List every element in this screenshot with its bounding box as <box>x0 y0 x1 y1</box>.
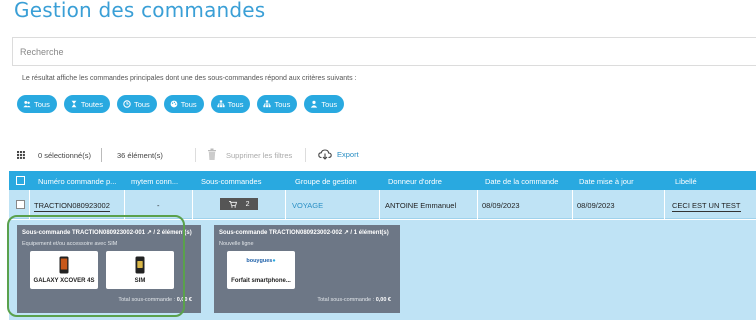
total-label: Total sous-commande : <box>317 297 375 303</box>
filter-type-label: Tous <box>180 99 197 109</box>
row-checkbox[interactable] <box>16 200 25 209</box>
filter-entity-button[interactable]: Tous <box>257 95 298 113</box>
filter-bar: Tous Toutes Tous Tous Tous Tous Tous <box>17 95 345 113</box>
highlight-annotation <box>7 215 185 317</box>
libelle-link[interactable]: CECI EST UN TEST <box>672 201 741 212</box>
divider <box>305 148 306 162</box>
col-donneur[interactable]: Donneur d'ordre <box>388 177 442 186</box>
divider <box>572 190 573 219</box>
subcommand-card[interactable]: Sous-commande TRACTION080923002-002 ↗ / … <box>214 225 400 313</box>
delete-filters-button[interactable]: Supprimer les filtres <box>226 151 292 160</box>
clock-icon <box>123 100 131 108</box>
page-title: Gestion des commandes <box>14 0 266 22</box>
filter-type-button[interactable]: Tous <box>163 95 204 113</box>
subcommand-subtitle: Nouvelle ligne <box>219 241 254 247</box>
filter-time-button[interactable]: Tous <box>116 95 157 113</box>
total-value: 0,00 € <box>375 297 391 303</box>
filter-user-button[interactable]: Tous <box>304 95 345 113</box>
users-icon <box>23 100 31 108</box>
subcommand-title-text: Sous-commande TRACTION080923002-002 <box>219 230 343 236</box>
cart-icon <box>228 200 237 208</box>
filter-users-label: Tous <box>34 99 50 109</box>
select-all-checkbox[interactable] <box>16 176 25 185</box>
filter-status-label: Toutes <box>80 99 103 109</box>
divider <box>192 190 193 219</box>
hourglass-icon <box>71 100 77 108</box>
divider <box>379 190 380 219</box>
subcommands-count: 2 <box>245 200 250 208</box>
grid-icon[interactable] <box>17 151 25 159</box>
subcommands-badge[interactable]: 2 <box>220 198 258 210</box>
cloud-download-icon <box>318 149 332 160</box>
order-number-link[interactable]: TRACTION080923002 <box>34 201 110 212</box>
export-button[interactable]: Export <box>337 150 359 159</box>
trash-icon <box>208 148 216 160</box>
palette-icon <box>170 100 178 108</box>
subcommand-title[interactable]: Sous-commande TRACTION080923002-002 ↗ / … <box>219 229 389 236</box>
operator-logo-text: bouygues <box>246 258 273 264</box>
filter-group-button[interactable]: Tous <box>210 95 251 113</box>
col-sous-commandes[interactable]: Sous-commandes <box>201 177 261 186</box>
divider <box>195 148 196 162</box>
col-groupe[interactable]: Groupe de gestion <box>295 177 357 186</box>
divider <box>664 190 665 219</box>
subcommand-total: Total sous-commande : 0,00 € <box>317 297 391 303</box>
org-icon <box>217 100 225 108</box>
filter-users-button[interactable]: Tous <box>17 95 57 113</box>
col-mytem[interactable]: mytem conn... <box>131 177 178 186</box>
operator-logo: bouygues● <box>246 258 276 264</box>
date-maj-value: 08/09/2023 <box>577 201 615 210</box>
table-header: Numéro commande p... mytem conn... Sous-… <box>9 171 756 190</box>
col-numero[interactable]: Numéro commande p... <box>38 177 116 186</box>
subcommand-count: / 1 élément(s) <box>350 230 389 236</box>
divider <box>477 190 478 219</box>
group-link[interactable]: VOYAGE <box>292 201 323 210</box>
filter-user-label: Tous <box>321 99 338 109</box>
date-commande-value: 08/09/2023 <box>482 201 520 210</box>
divider <box>101 148 102 162</box>
col-libelle[interactable]: Libellé <box>675 177 697 186</box>
table-toolbar: 0 sélectionné(s) 36 élément(s) Supprimer… <box>0 146 756 164</box>
col-date-commande[interactable]: Date de la commande <box>485 177 558 186</box>
filter-status-button[interactable]: Toutes <box>63 95 110 113</box>
col-date-maj[interactable]: Date mise à jour <box>579 177 634 186</box>
org-icon <box>263 100 272 108</box>
orders-table: Numéro commande p... mytem conn... Sous-… <box>9 171 756 219</box>
filter-group-label: Tous <box>227 99 244 109</box>
search-input[interactable]: Recherche <box>12 37 756 66</box>
item-count: 36 élément(s) <box>117 151 163 160</box>
filter-info-text: Le résultat affiche les commandes princi… <box>22 75 357 82</box>
donneur-value: ANTOINE Emmanuel <box>385 201 457 210</box>
filter-time-label: Tous <box>133 99 150 109</box>
product-name: Forfait smartphone... <box>231 278 291 284</box>
user-icon <box>311 100 318 108</box>
selected-count: 0 sélectionné(s) <box>38 151 91 160</box>
product-card[interactable]: bouygues● Forfait smartphone... <box>227 251 295 289</box>
external-link-icon[interactable]: ↗ <box>344 230 349 236</box>
mytem-value: - <box>157 201 160 210</box>
divider <box>285 190 286 219</box>
filter-entity-label: Tous <box>274 99 291 109</box>
